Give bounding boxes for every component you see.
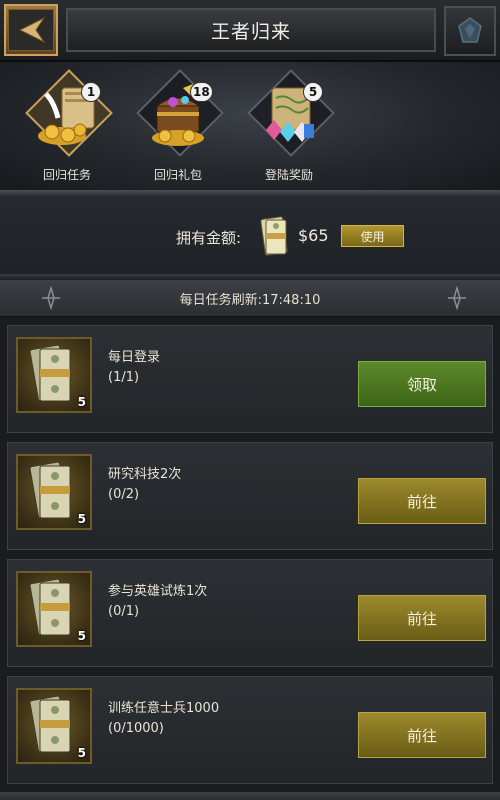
reward-count: 5	[77, 746, 86, 760]
reward-thumb: 5	[16, 337, 92, 413]
claim-button[interactable]: 领取	[358, 361, 486, 407]
go-button[interactable]: 前往	[358, 478, 486, 524]
reward-count: 5	[77, 629, 86, 643]
tab-badge: 1	[81, 82, 101, 102]
category-tabs: 1 回归任务 18 回归礼包 5 登陆奖励	[0, 62, 500, 190]
reward-thumb: 5	[16, 688, 92, 764]
cash-stack-icon	[29, 461, 71, 519]
task-name: 研究科技2次	[108, 467, 182, 482]
task-name: 每日登录	[108, 350, 161, 365]
tab-return-tasks[interactable]: 1 回归任务	[17, 69, 117, 186]
tab-badge: 5	[303, 82, 323, 102]
task-name: 训练任意士兵1000	[108, 701, 220, 716]
back-button[interactable]	[4, 4, 58, 56]
task-name: 参与英雄试炼1次	[108, 584, 208, 599]
reward-count: 5	[77, 395, 86, 409]
balance-label: 拥有金额:	[176, 229, 242, 247]
page-title: 王者归来	[66, 8, 436, 52]
task-row: 5 研究科技2次 (0/2) 前往	[7, 442, 493, 550]
balance-amount: $65	[298, 226, 329, 245]
top-bar: 王者归来	[0, 0, 500, 62]
ornament-icon	[448, 286, 466, 310]
tab-badge: 18	[190, 82, 213, 102]
daily-refresh-bar: 每日任务刷新:17:48:10	[0, 280, 500, 317]
tab-label: 回归礼包	[153, 168, 202, 182]
go-button[interactable]: 前往	[358, 712, 486, 758]
tab-label: 登陆奖励	[264, 168, 313, 182]
task-row: 5 参与英雄试炼1次 (0/1) 前往	[7, 559, 493, 667]
cash-stack-icon	[29, 344, 71, 402]
task-row: 5 训练任意士兵1000 (0/1000) 前往	[7, 676, 493, 784]
reward-thumb: 5	[16, 454, 92, 530]
refresh-countdown: 每日任务刷新:17:48:10	[179, 293, 321, 308]
cash-stack-icon	[29, 695, 71, 753]
tab-login-rewards[interactable]: 5 登陆奖励	[239, 69, 339, 186]
reward-count: 5	[77, 512, 86, 526]
task-progress: (1/1)	[108, 370, 140, 385]
task-row: 5 每日登录 (1/1) 领取	[7, 325, 493, 433]
reward-thumb: 5	[16, 571, 92, 647]
bottom-strip	[0, 792, 500, 800]
task-progress: (0/1)	[108, 604, 140, 619]
currency-panel: 拥有金额: $65 使用	[0, 196, 500, 274]
cash-stack-icon	[260, 216, 288, 256]
use-button[interactable]: 使用	[341, 225, 404, 247]
task-progress: (0/1000)	[108, 721, 164, 736]
cash-stack-icon	[29, 578, 71, 636]
back-arrow-icon	[8, 9, 54, 51]
go-button[interactable]: 前往	[358, 595, 486, 641]
emblem-icon[interactable]	[444, 6, 496, 56]
tab-label: 回归任务	[42, 168, 91, 182]
tab-return-pack[interactable]: 18 回归礼包	[128, 69, 228, 186]
task-progress: (0/2)	[108, 487, 140, 502]
